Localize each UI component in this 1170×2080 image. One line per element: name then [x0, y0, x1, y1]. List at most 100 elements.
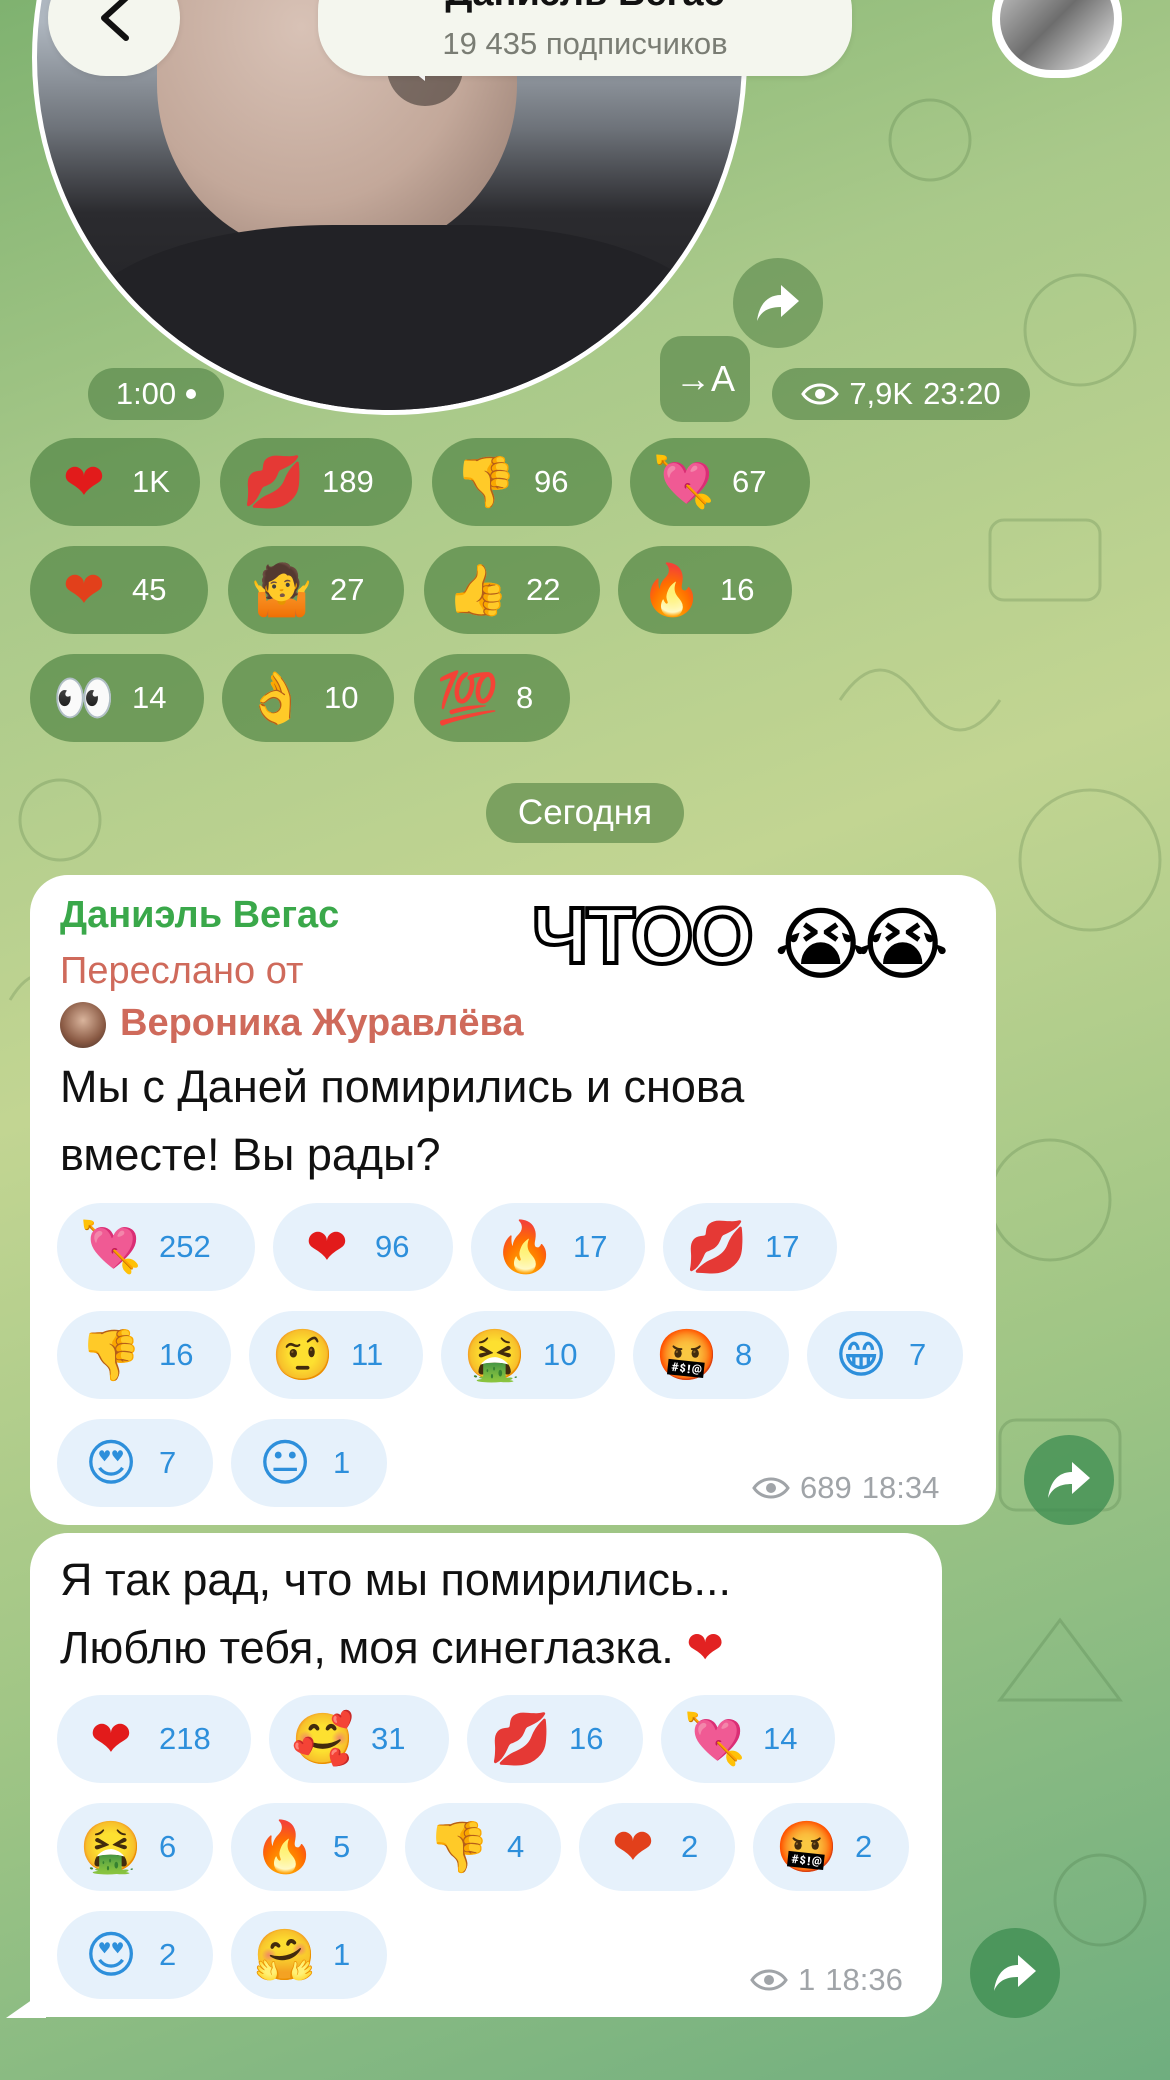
reaction-heart-arrow[interactable]: 💘 67 [630, 438, 810, 526]
eyes-icon: 👀 [52, 669, 116, 727]
forwarded-from-name[interactable]: Вероника Журавлёва [120, 1002, 523, 1045]
reaction-heart[interactable]: ❤ 1K [30, 438, 200, 526]
heart-icon: ❤ [306, 1218, 348, 1276]
message-author[interactable]: Даниэль Вегас [60, 894, 339, 937]
reaction-smiling-hearts[interactable]: 🥰 31 [269, 1695, 449, 1783]
reaction-heart-on-fire[interactable]: ❤ 45 [30, 546, 208, 634]
reaction-count: 252 [159, 1229, 211, 1264]
reaction-heart-eyes[interactable]: 😍 2 [57, 1911, 213, 1999]
forwarded-label: Переслано от [60, 950, 304, 992]
reaction-count: 218 [159, 1721, 211, 1756]
heart-icon: ❤ [686, 1622, 724, 1673]
reaction-thumbs-down[interactable]: 👎 16 [57, 1311, 231, 1399]
reaction-vomit[interactable]: 🤮 10 [441, 1311, 615, 1399]
reaction-thumbs-down[interactable]: 👎 4 [405, 1803, 561, 1891]
reaction-count: 10 [543, 1337, 578, 1372]
heart-arrow-icon: 💘 [683, 1710, 747, 1768]
thumbs-up-icon: 👍 [446, 561, 510, 619]
reaction-fire[interactable]: 🔥 17 [471, 1203, 645, 1291]
reaction-grin[interactable]: 😁 7 [807, 1311, 963, 1399]
vomit-icon: 🤮 [463, 1326, 527, 1384]
share-arrow-icon [994, 1955, 1036, 1991]
reaction-thumbs-down[interactable]: 👎 96 [432, 438, 612, 526]
reaction-vomit[interactable]: 🤮 6 [57, 1803, 213, 1891]
reaction-heart-eyes[interactable]: 😍 7 [57, 1419, 213, 1507]
kiss-lips-icon: 💋 [685, 1218, 749, 1276]
channel-avatar[interactable] [992, 0, 1122, 78]
ok-hand-icon: 👌 [244, 669, 308, 727]
reaction-count: 8 [735, 1337, 753, 1372]
reaction-heart[interactable]: ❤ 218 [57, 1695, 251, 1783]
translate-button[interactable]: →A [660, 336, 750, 422]
video-duration: 1:00 [88, 368, 224, 420]
reaction-count: 7 [159, 1445, 177, 1480]
eye-icon [752, 1477, 790, 1499]
reaction-hugging-face[interactable]: 🤗 1 [231, 1911, 387, 1999]
vomit-icon: 🤮 [79, 1818, 143, 1876]
message-text-line: вместе! Вы рады? [60, 1129, 441, 1180]
reaction-fire[interactable]: 🔥 5 [231, 1803, 387, 1891]
reaction-count: 2 [855, 1829, 873, 1864]
share-button[interactable] [1024, 1435, 1114, 1525]
reaction-raised-eyebrow[interactable]: 🤨 11 [249, 1311, 423, 1399]
shrug-icon: 🤷 [250, 561, 314, 619]
crying-face-icon: 😭 [856, 898, 950, 991]
channel-header[interactable]: Даниэль Вегас 19 435 подписчиков [318, 0, 852, 76]
message-text: Люблю тебя, моя синеглазка. [60, 1622, 674, 1673]
grin-icon: 😁 [834, 1326, 888, 1384]
post-time: 18:34 [861, 1470, 940, 1505]
reaction-count: 6 [159, 1829, 177, 1864]
reaction-thumbs-up[interactable]: 👍 22 [424, 546, 600, 634]
reaction-count: 14 [132, 680, 167, 715]
views-count: 689 [800, 1470, 852, 1505]
reaction-count: 10 [324, 680, 359, 715]
reaction-count: 1 [333, 1445, 351, 1480]
post-time: 23:20 [923, 376, 1001, 411]
reaction-heart[interactable]: ❤ 96 [273, 1203, 453, 1291]
reaction-count: 2 [159, 1937, 177, 1972]
reaction-eyes[interactable]: 👀 14 [30, 654, 204, 742]
reaction-kiss[interactable]: 💋 17 [663, 1203, 837, 1291]
reaction-count: 4 [507, 1829, 525, 1864]
reaction-fire[interactable]: 🔥 16 [618, 546, 792, 634]
reaction-count: 67 [732, 464, 767, 499]
share-button[interactable] [733, 258, 823, 348]
reaction-kiss[interactable]: 💋 16 [467, 1695, 643, 1783]
reaction-heart-arrow[interactable]: 💘 14 [661, 1695, 835, 1783]
reaction-ok-hand[interactable]: 👌 10 [222, 654, 394, 742]
reaction-count: 1 [333, 1937, 351, 1972]
heart-on-fire-icon: ❤ [63, 561, 105, 619]
thumbs-down-icon: 👎 [79, 1326, 143, 1384]
reaction-count: 2 [681, 1829, 699, 1864]
reaction-cursing-face[interactable]: 🤬 8 [633, 1311, 789, 1399]
hundred-icon: 💯 [436, 669, 500, 727]
cursing-face-icon: 🤬 [655, 1326, 719, 1384]
dot-icon [186, 389, 197, 399]
views-count: 7,9K [849, 376, 914, 411]
share-button[interactable] [970, 1928, 1060, 2018]
message-meta: 1 18:36 [750, 1962, 903, 1998]
video-meta: 7,9K 23:20 [772, 368, 1030, 420]
reaction-shrug[interactable]: 🤷 27 [228, 546, 404, 634]
chevron-left-icon [101, 0, 129, 41]
raised-eyebrow-icon: 🤨 [271, 1326, 335, 1384]
reaction-heart-on-fire[interactable]: ❤ 2 [579, 1803, 735, 1891]
reaction-count: 22 [526, 572, 561, 607]
reaction-count: 16 [720, 572, 755, 607]
reaction-heart-arrow[interactable]: 💘 252 [57, 1203, 255, 1291]
reaction-cursing-face[interactable]: 🤬 2 [753, 1803, 909, 1891]
share-arrow-icon [1048, 1462, 1090, 1498]
reaction-hundred[interactable]: 💯 8 [414, 654, 570, 742]
reaction-kiss[interactable]: 💋 189 [220, 438, 412, 526]
duration-text: 1:00 [115, 376, 177, 411]
reaction-count: 45 [132, 572, 167, 607]
heart-icon: ❤ [63, 453, 105, 511]
reaction-count: 1K [132, 464, 170, 499]
forwarded-avatar[interactable] [60, 1002, 106, 1048]
thumbs-down-icon: 👎 [454, 453, 518, 511]
smiling-hearts-icon: 🥰 [291, 1710, 355, 1768]
neutral-face-icon: 😐 [258, 1434, 312, 1492]
hugging-face-icon: 🤗 [253, 1926, 317, 1984]
reaction-count: 189 [322, 464, 374, 499]
reaction-neutral-face[interactable]: 😐 1 [231, 1419, 387, 1507]
